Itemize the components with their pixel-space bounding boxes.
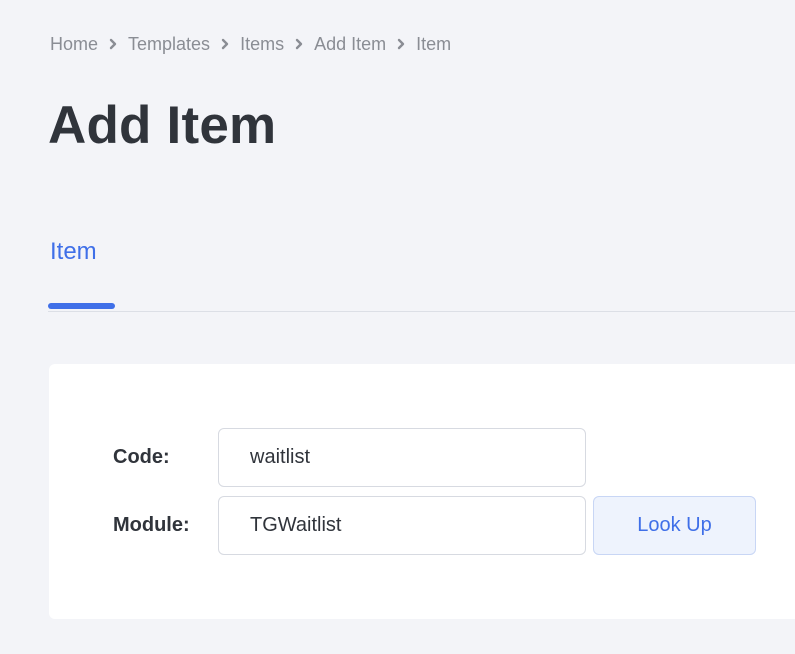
module-row: Module: Look Up	[49, 496, 795, 556]
breadcrumb-items[interactable]: Items	[240, 34, 284, 55]
module-label: Module:	[113, 514, 190, 536]
module-input[interactable]	[218, 496, 586, 555]
page: Home Templates Items Add Item Item Add I…	[0, 0, 795, 654]
code-row: Code:	[49, 428, 795, 488]
chevron-right-icon	[98, 32, 128, 56]
breadcrumb-current: Item	[416, 33, 452, 54]
item-form-card: Code: Module: Look Up	[49, 364, 795, 619]
breadcrumb-home[interactable]: Home	[50, 34, 98, 55]
page-title: Add Item	[48, 96, 277, 155]
chevron-right-icon	[386, 32, 416, 56]
tab-divider	[48, 311, 795, 312]
tab-item[interactable]: Item	[50, 234, 97, 270]
breadcrumb: Home Templates Items Add Item Item	[50, 32, 451, 56]
breadcrumb-templates[interactable]: Templates	[128, 34, 210, 55]
code-label: Code:	[113, 446, 170, 468]
chevron-right-icon	[210, 32, 240, 56]
active-tab-indicator	[48, 303, 115, 309]
code-input[interactable]	[218, 428, 586, 487]
breadcrumb-add-item[interactable]: Add Item	[314, 34, 386, 55]
chevron-right-icon	[284, 32, 314, 56]
tab-bar: Item	[0, 224, 795, 314]
look-up-button[interactable]: Look Up	[593, 496, 756, 555]
